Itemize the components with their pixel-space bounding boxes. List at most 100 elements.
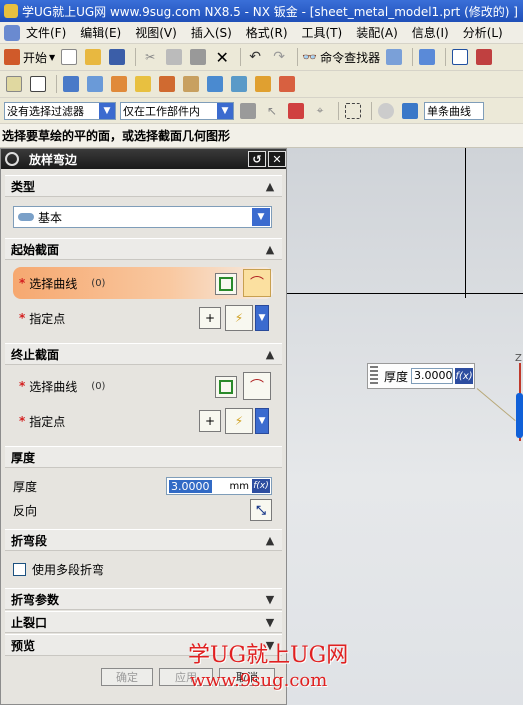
- start-sketch-section-button[interactable]: [215, 273, 237, 295]
- thickness-direction-arrow[interactable]: [516, 393, 523, 438]
- roles-button[interactable]: [417, 47, 437, 67]
- type-filter-value: 没有选择过滤器: [7, 104, 84, 118]
- redo-icon: ↷: [273, 49, 286, 65]
- snap-point-button[interactable]: ↖: [262, 101, 282, 121]
- swap-window-icon[interactable]: [4, 24, 20, 41]
- start-select-curve-count: (0): [91, 277, 106, 289]
- copy-button[interactable]: [164, 47, 184, 67]
- new-button[interactable]: [59, 47, 79, 67]
- start-point-type-dropdown[interactable]: ▼: [255, 305, 269, 331]
- menu-file[interactable]: 文件(F): [26, 24, 66, 41]
- ok-button[interactable]: 确定: [101, 668, 153, 686]
- menu-format[interactable]: 格式(R): [246, 24, 288, 41]
- multi-segment-checkbox[interactable]: [13, 562, 26, 576]
- menu-edit[interactable]: 编辑(E): [80, 24, 121, 41]
- section-type-header[interactable]: 类型 ▲: [5, 175, 282, 197]
- rectangle-select-button[interactable]: [343, 101, 363, 121]
- save-button[interactable]: [107, 47, 127, 67]
- snap-mode-button[interactable]: ⌖: [310, 101, 330, 121]
- reverse-label: 反向: [13, 503, 38, 518]
- gear-icon[interactable]: [5, 152, 19, 166]
- paste-button[interactable]: [188, 47, 208, 67]
- solid-select-button[interactable]: [400, 101, 420, 121]
- reverse-row: 反向: [5, 501, 282, 519]
- sketch-line-horizontal: [287, 293, 523, 294]
- sketch-button[interactable]: [4, 74, 24, 94]
- end-curve-select-button[interactable]: ⌒: [243, 372, 271, 400]
- type-filter-select[interactable]: 没有选择过滤器 ▼: [4, 101, 116, 120]
- toolbar-separator: [135, 48, 137, 66]
- cut-button[interactable]: ✂: [140, 47, 160, 67]
- menu-view[interactable]: 视图(V): [135, 24, 177, 41]
- start-point-dialog-button[interactable]: +: [199, 307, 221, 329]
- datum-plane-button[interactable]: [28, 74, 48, 94]
- section-start-header[interactable]: 起始截面 ▲: [5, 238, 282, 260]
- section-bend-segment-header[interactable]: 折弯段 ▲: [5, 529, 282, 551]
- menu-insert[interactable]: 插入(S): [191, 24, 232, 41]
- thickness-onscreen-input[interactable]: 厚度 3.0000 f(x): [367, 363, 475, 389]
- flat-solid-button[interactable]: [205, 74, 225, 94]
- end-sketch-section-button[interactable]: [215, 376, 237, 398]
- tab-button[interactable]: [61, 74, 81, 94]
- menu-tools[interactable]: 工具(T): [302, 24, 343, 41]
- delete-icon: ✕: [215, 47, 229, 67]
- close-part-button[interactable]: [474, 47, 494, 67]
- end-inferred-point-button[interactable]: ⚡: [225, 408, 253, 434]
- command-finder-button[interactable]: 👓 命令查找器: [302, 47, 380, 67]
- end-point-type-dropdown[interactable]: ▼: [255, 408, 269, 434]
- multi-segment-row[interactable]: 使用多段折弯: [5, 559, 282, 579]
- contour-flange-button[interactable]: [109, 74, 129, 94]
- section-relief-header[interactable]: 止裂口 ▼: [5, 611, 282, 633]
- cue-line: 选择要草绘的平的面，或选择截面几何图形: [0, 124, 523, 148]
- formula-icon[interactable]: f(x): [455, 368, 474, 384]
- shade-button[interactable]: [376, 101, 396, 121]
- end-select-curve-row[interactable]: * 选择曲线 (0): [5, 375, 282, 397]
- type-select[interactable]: 基本 ▼: [13, 206, 272, 228]
- thickness-value[interactable]: 3.0000: [169, 479, 212, 493]
- end-specify-point-label: 指定点: [29, 414, 66, 429]
- menu-information[interactable]: 信息(I): [412, 24, 449, 41]
- chevron-down-icon: ▼: [99, 102, 115, 119]
- curve-rule-select[interactable]: 单条曲线: [424, 101, 484, 120]
- snap-point-icon: [288, 102, 304, 119]
- corner-button[interactable]: [253, 74, 273, 94]
- close-icon: ✕: [272, 152, 282, 166]
- watermark-line2: www.9sug.com: [190, 670, 328, 691]
- general-selection-button[interactable]: [238, 101, 258, 121]
- graphics-window[interactable]: 厚度 3.0000 f(x) Z: [287, 148, 523, 705]
- bend-button[interactable]: [157, 74, 177, 94]
- datum-plane-icon: [30, 76, 46, 92]
- selection-scope-select[interactable]: 仅在工作部件内 ▼: [120, 101, 234, 120]
- touch-mode-button[interactable]: [384, 47, 404, 67]
- redo-button[interactable]: ↷: [269, 47, 289, 67]
- section-thickness-header[interactable]: 厚度: [5, 446, 282, 468]
- thickness-input[interactable]: 3.0000 mm f(x): [166, 477, 272, 495]
- undo-button[interactable]: ↶: [245, 47, 265, 67]
- reset-button[interactable]: ↺: [248, 151, 266, 167]
- cut-feature-button[interactable]: [277, 74, 297, 94]
- section-bend-params-header[interactable]: 折弯参数 ▼: [5, 588, 282, 610]
- section-end-header[interactable]: 终止截面 ▲: [5, 343, 282, 365]
- start-button[interactable]: 开始 ▼: [4, 47, 55, 67]
- snap-point-options-button[interactable]: [286, 101, 306, 121]
- unbend-button[interactable]: [181, 74, 201, 94]
- flange-button[interactable]: [85, 74, 105, 94]
- end-point-dialog-button[interactable]: +: [199, 410, 221, 432]
- start-inferred-point-button[interactable]: ⚡: [225, 305, 253, 331]
- toolbar-separator: [412, 48, 414, 66]
- close-button[interactable]: ✕: [268, 151, 286, 167]
- reverse-direction-button[interactable]: ⤡: [250, 499, 272, 521]
- start-select-curve-label: 选择曲线: [29, 276, 78, 291]
- start-curve-select-button[interactable]: ⌒: [243, 269, 271, 297]
- punch-button[interactable]: [229, 74, 249, 94]
- thickness-onscreen-value[interactable]: 3.0000: [411, 368, 454, 384]
- window-button[interactable]: [450, 47, 470, 67]
- delete-button[interactable]: ✕: [212, 47, 232, 67]
- drag-grip-icon[interactable]: [370, 366, 378, 386]
- menu-assembly[interactable]: 装配(A): [356, 24, 398, 41]
- toolbar-separator: [445, 48, 447, 66]
- menu-analysis[interactable]: 分析(L): [463, 24, 503, 41]
- lofted-flange-button[interactable]: [133, 74, 153, 94]
- formula-icon[interactable]: f(x): [252, 479, 270, 493]
- open-button[interactable]: [83, 47, 103, 67]
